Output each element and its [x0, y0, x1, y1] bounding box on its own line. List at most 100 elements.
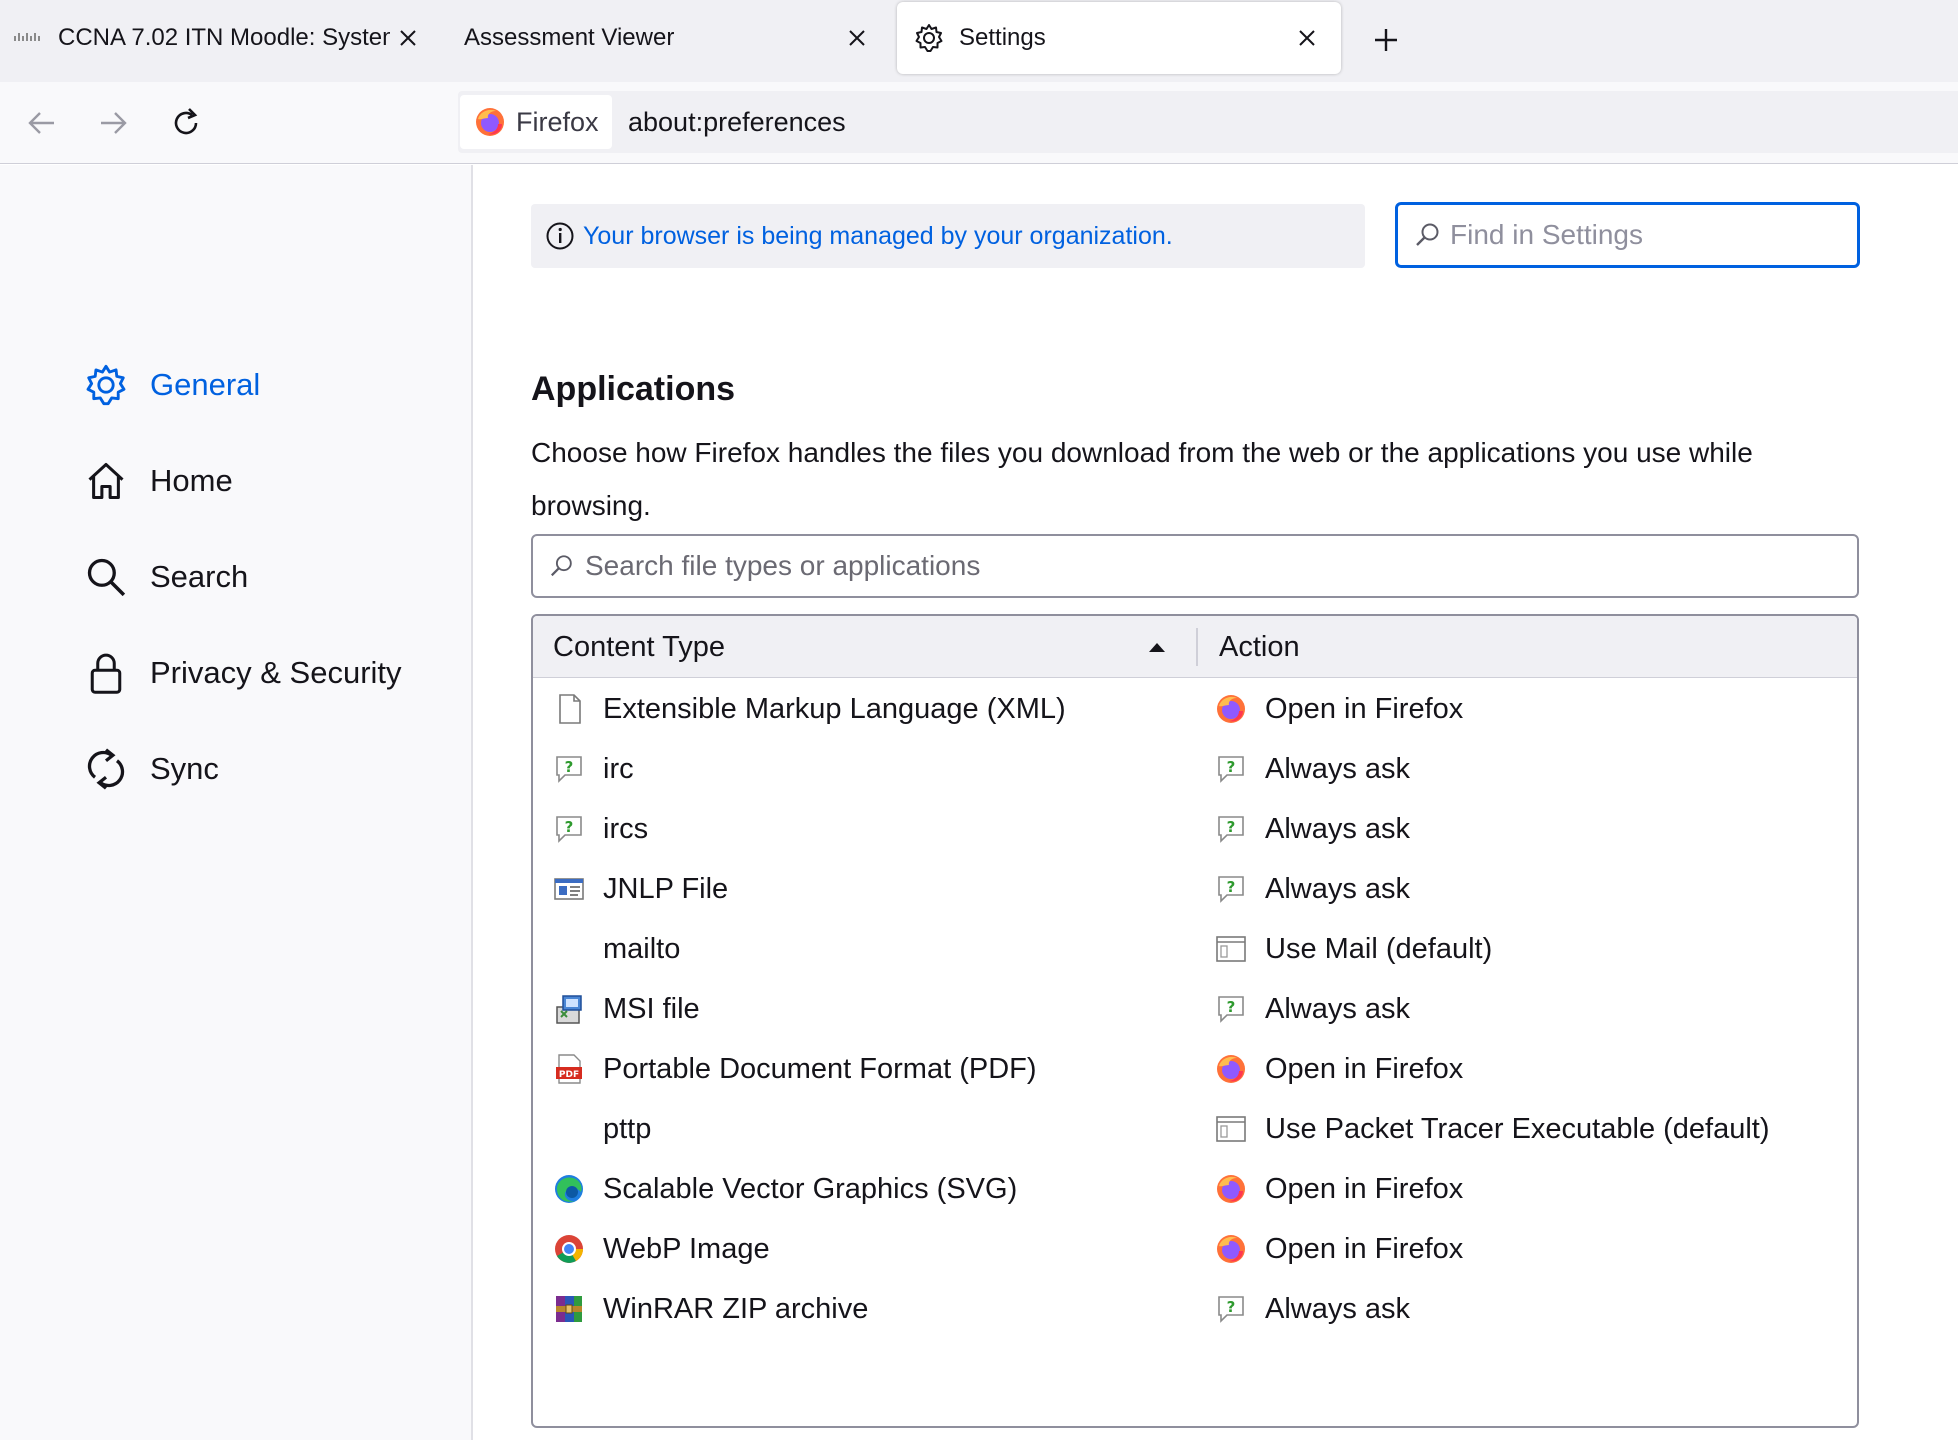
gear-icon [915, 24, 943, 52]
jnlp-icon [553, 873, 585, 905]
sort-ascending-icon [1149, 643, 1165, 652]
url-text[interactable]: about:preferences [628, 107, 846, 138]
applications-heading: Applications [531, 370, 736, 408]
close-tab-icon[interactable] [393, 23, 423, 53]
firefox-icon [474, 106, 506, 138]
content-type-label: Scalable Vector Graphics (SVG) [603, 1173, 1018, 1205]
handlers-table: Content Type Action Extensible Markup La… [531, 614, 1859, 1428]
content-type-label: pttp [603, 1113, 652, 1145]
navigation-toolbar: Firefox about:preferences [0, 82, 1958, 164]
content-type-label: mailto [603, 933, 681, 965]
table-row[interactable]: MSI file Always ask [533, 980, 1857, 1040]
arrow-left-icon [28, 112, 54, 134]
pdf-icon [553, 1053, 585, 1085]
sidebar-item-privacy-security[interactable]: Privacy & Security [82, 645, 442, 701]
action-label[interactable]: Always ask [1265, 873, 1410, 906]
close-tab-icon[interactable] [1292, 23, 1322, 53]
arrow-right-icon [101, 112, 127, 134]
plus-icon [1375, 29, 1397, 51]
action-label[interactable]: Always ask [1265, 993, 1410, 1026]
tab-settings[interactable]: Settings [897, 2, 1341, 74]
reload-icon [174, 108, 198, 135]
ask-icon [1215, 993, 1247, 1025]
column-divider[interactable] [1196, 628, 1198, 666]
content-type-label: JNLP File [603, 873, 729, 905]
sidebar-item-label: General [150, 367, 261, 402]
sidebar-item-sync[interactable]: Sync [82, 741, 442, 797]
content-type-label: MSI file [603, 993, 700, 1025]
installer-icon [553, 993, 585, 1025]
tab-title: CCNA 7.02 ITN Moodle: System [58, 23, 390, 51]
find-in-settings-input[interactable] [1450, 219, 1850, 251]
tab-title: Settings [959, 24, 1046, 51]
app-window-icon [1215, 1113, 1247, 1145]
content-type-label: ircs [603, 813, 649, 845]
table-row[interactable]: Scalable Vector Graphics (SVG) Open in F… [533, 1160, 1857, 1220]
action-label[interactable]: Open in Firefox [1265, 693, 1463, 726]
sidebar-item-label: Privacy & Security [150, 655, 402, 690]
filetype-search-input[interactable] [585, 550, 1785, 582]
sidebar-item-search[interactable]: Search [82, 549, 442, 605]
ask-icon [1215, 873, 1247, 905]
tab-ccna-moodle[interactable]: CCNA 7.02 ITN Moodle: System [0, 0, 440, 75]
identity-label: Firefox [516, 106, 599, 137]
gear-icon [82, 361, 130, 409]
table-header: Content Type Action [533, 616, 1857, 678]
firefox-icon [1215, 1173, 1247, 1205]
sidebar-item-home[interactable]: Home [82, 453, 442, 509]
edge-icon [553, 1173, 585, 1205]
back-button[interactable] [22, 103, 62, 143]
managed-notice: Your browser is being managed by your or… [531, 204, 1365, 268]
table-row[interactable]: ircs Always ask [533, 800, 1857, 860]
table-row[interactable]: JNLP File Always ask [533, 860, 1857, 920]
table-row[interactable]: Extensible Markup Language (XML) Open in… [533, 680, 1857, 740]
ask-icon [553, 753, 585, 785]
reload-button[interactable] [166, 103, 206, 143]
tab-title: Assessment Viewer [464, 23, 675, 51]
identity-box[interactable]: Firefox [460, 95, 612, 149]
table-row[interactable]: Portable Document Format (PDF) Open in F… [533, 1040, 1857, 1100]
action-column-header[interactable]: Action [1219, 616, 1819, 678]
action-label[interactable]: Open in Firefox [1265, 1173, 1463, 1206]
action-label[interactable]: Use Mail (default) [1265, 933, 1492, 966]
ask-icon [1215, 1293, 1247, 1325]
action-label[interactable]: Always ask [1265, 1293, 1410, 1326]
ask-icon [1215, 813, 1247, 845]
chrome-icon [553, 1233, 585, 1265]
app-window-icon [1215, 933, 1247, 965]
category-sidebar: General Home Search Privacy & Security S… [0, 165, 473, 1440]
search-icon [550, 555, 572, 577]
sidebar-item-general[interactable]: General [82, 357, 442, 413]
filetype-search-field[interactable] [531, 534, 1859, 598]
action-label[interactable]: Always ask [1265, 753, 1410, 786]
sidebar-item-label: Search [150, 559, 249, 594]
document-icon [553, 693, 585, 725]
action-label[interactable]: Open in Firefox [1265, 1233, 1463, 1266]
tab-assessment-viewer[interactable]: Assessment Viewer [448, 0, 890, 75]
action-label[interactable]: Open in Firefox [1265, 1053, 1463, 1086]
tab-strip: CCNA 7.02 ITN Moodle: System Assessment … [0, 0, 1958, 82]
new-tab-button[interactable] [1368, 22, 1404, 58]
search-icon [1416, 223, 1439, 246]
applications-description: Choose how Firefox handles the files you… [531, 437, 1753, 521]
sidebar-item-label: Sync [150, 751, 219, 786]
firefox-icon [1215, 1233, 1247, 1265]
action-label[interactable]: Use Packet Tracer Executable (default) [1265, 1113, 1770, 1146]
managed-policies-link[interactable]: Your browser is being managed by your or… [583, 222, 1173, 251]
table-row[interactable]: pttp Use Packet Tracer Executable (defau… [533, 1100, 1857, 1160]
info-icon [546, 222, 574, 250]
action-label[interactable]: Always ask [1265, 813, 1410, 846]
table-row[interactable]: WebP Image Open in Firefox [533, 1220, 1857, 1280]
firefox-icon [1215, 693, 1247, 725]
close-tab-icon[interactable] [842, 23, 872, 53]
find-in-settings-field[interactable] [1395, 202, 1860, 268]
table-row[interactable]: mailto Use Mail (default) [533, 920, 1857, 980]
forward-button[interactable] [93, 103, 133, 143]
content-type-column-header[interactable]: Content Type [553, 616, 1173, 678]
cisco-icon [14, 33, 40, 41]
table-row[interactable]: irc Always ask [533, 740, 1857, 800]
home-icon [82, 457, 130, 505]
url-bar[interactable]: Firefox about:preferences [458, 91, 1958, 153]
ask-icon [553, 813, 585, 845]
table-row[interactable]: WinRAR ZIP archive Always ask [533, 1280, 1857, 1340]
